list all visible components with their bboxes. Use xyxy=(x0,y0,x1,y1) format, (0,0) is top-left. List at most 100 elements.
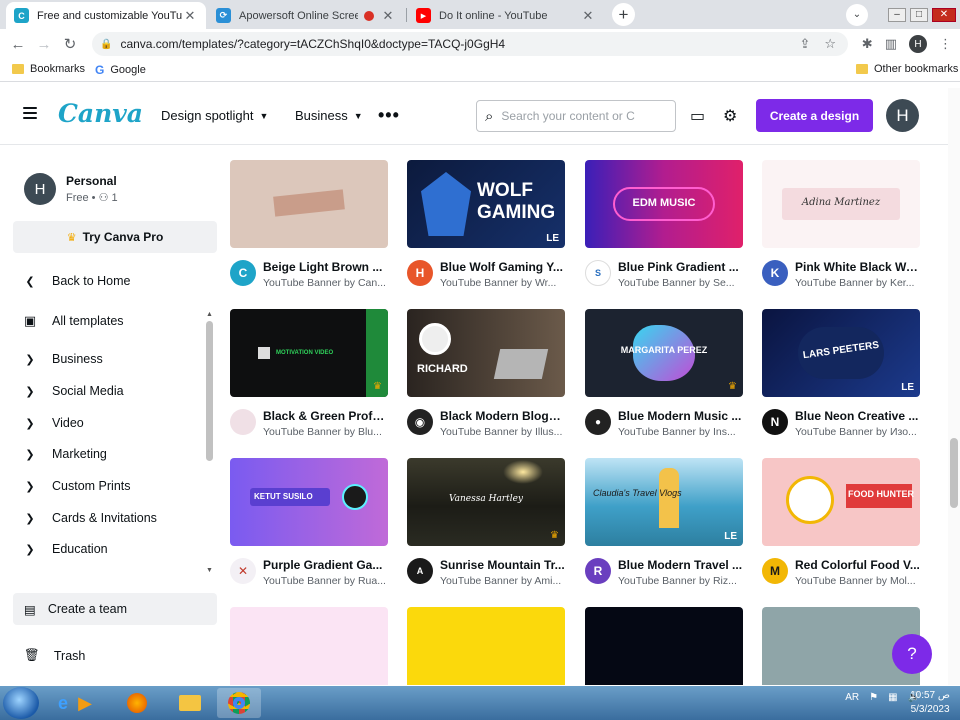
clock[interactable]: 10:57 ص 5/3/2023 xyxy=(910,689,950,717)
account-switcher[interactable]: H Personal Free • ⚇ 1 xyxy=(24,173,118,205)
creator-avatar[interactable]: ◉ xyxy=(407,409,433,435)
all-templates-link[interactable]: ▣ All templates xyxy=(22,313,124,329)
template-card[interactable]: Adina Martinez K Pink White Black Wa... … xyxy=(762,160,920,289)
sidebar-scroll-thumb[interactable] xyxy=(206,321,213,461)
template-title[interactable]: Blue Wolf Gaming Y... xyxy=(440,260,565,274)
flag-icon[interactable]: ⚑ xyxy=(869,692,878,703)
template-card[interactable]: MOTIVATION VIDEO ♛ Black & Green Profe..… xyxy=(230,309,388,438)
nav-business[interactable]: Business ▼ xyxy=(295,108,363,123)
template-thumbnail[interactable]: Adina Martinez xyxy=(762,160,920,248)
new-tab-button[interactable]: + xyxy=(612,3,635,26)
forward-arrow-icon[interactable]: → xyxy=(31,36,57,53)
creator-avatar[interactable]: A xyxy=(407,558,433,584)
template-thumbnail[interactable]: MOTIVATION VIDEO ♛ xyxy=(230,309,388,397)
creator-avatar[interactable] xyxy=(230,409,256,435)
creator-avatar[interactable]: S xyxy=(585,260,611,286)
template-thumbnail[interactable]: WOLF GAMING LE xyxy=(407,160,565,248)
creator-avatar[interactable]: M xyxy=(762,558,788,584)
template-title[interactable]: Black Modern Blogg... xyxy=(440,409,565,423)
template-thumbnail[interactable] xyxy=(230,607,388,685)
extensions-icon[interactable]: ✱ xyxy=(862,36,873,52)
template-subtitle[interactable]: YouTube Banner by Riz... xyxy=(618,575,743,587)
creator-avatar[interactable]: K xyxy=(762,260,788,286)
scroll-down-icon[interactable]: ▼ xyxy=(206,567,213,574)
address-bar[interactable]: 🔒 canva.com/templates/?category=tACZChSh… xyxy=(92,32,848,56)
template-card[interactable]: C Beige Light Brown ... YouTube Banner b… xyxy=(230,160,388,289)
hamburger-menu-icon[interactable] xyxy=(23,107,37,119)
back-to-home-link[interactable]: ❮ Back to Home xyxy=(22,274,130,288)
sidebar-item-custom-prints[interactable]: ❯ Custom Prints xyxy=(22,479,130,493)
start-button[interactable] xyxy=(3,687,39,719)
template-subtitle[interactable]: YouTube Banner by Can... xyxy=(263,277,388,289)
sidebar-item-social-media[interactable]: ❯ Social Media xyxy=(22,384,123,398)
create-design-button[interactable]: Create a design xyxy=(756,99,873,132)
creator-avatar[interactable]: ✕ xyxy=(230,558,256,584)
template-title[interactable]: Blue Neon Creative ... xyxy=(795,409,920,423)
chrome-icon[interactable] xyxy=(217,688,261,718)
settings-gear-icon[interactable]: ⚙ xyxy=(723,106,737,126)
page-scroll-thumb[interactable] xyxy=(950,438,958,508)
menu-kebab-icon[interactable]: ⋮ xyxy=(939,36,952,52)
side-panel-icon[interactable]: ▥ xyxy=(885,36,897,52)
bookmark-star-icon[interactable]: ☆ xyxy=(824,36,836,52)
template-subtitle[interactable]: YouTube Banner by Изо... xyxy=(795,426,920,438)
template-subtitle[interactable]: YouTube Banner by Mol... xyxy=(795,575,920,587)
user-avatar[interactable]: H xyxy=(886,99,919,132)
template-subtitle[interactable]: YouTube Banner by Se... xyxy=(618,277,743,289)
sidebar-item-cards-invitations[interactable]: ❯ Cards & Invitations xyxy=(22,511,157,525)
template-title[interactable]: Black & Green Profe... xyxy=(263,409,388,423)
maximize-button[interactable]: □ xyxy=(910,7,928,22)
sidebar-scrollbar[interactable]: ▲ ▼ xyxy=(204,311,215,574)
template-thumbnail[interactable]: Claudia's Travel Vlogs LE xyxy=(585,458,743,546)
template-subtitle[interactable]: YouTube Banner by Ins... xyxy=(618,426,743,438)
creator-avatar[interactable]: N xyxy=(762,409,788,435)
template-card[interactable]: WOLF GAMING LE H Blue Wolf Gaming Y... Y… xyxy=(407,160,565,289)
template-card[interactable]: LARS PEETERS LE N Blue Neon Creative ...… xyxy=(762,309,920,438)
template-title[interactable]: Blue Modern Music ... xyxy=(618,409,743,423)
canva-logo[interactable]: Canva xyxy=(58,99,143,128)
template-thumbnail[interactable]: FOOD HUNTER xyxy=(762,458,920,546)
template-thumbnail[interactable]: Vanessa Hartley ♛ xyxy=(407,458,565,546)
template-title[interactable]: Beige Light Brown ... xyxy=(263,260,388,274)
template-thumbnail[interactable]: MARGARITA PEREZ ♛ xyxy=(585,309,743,397)
search-box[interactable]: ⌕ xyxy=(476,100,676,132)
template-card[interactable] xyxy=(230,607,388,685)
desktop-app-icon[interactable]: ▭ xyxy=(690,106,705,126)
sidebar-item-video[interactable]: ❯ Video xyxy=(22,416,83,430)
template-subtitle[interactable]: YouTube Banner by Wr... xyxy=(440,277,565,289)
template-subtitle[interactable]: YouTube Banner by Illus... xyxy=(440,426,565,438)
creator-avatar[interactable]: H xyxy=(407,260,433,286)
template-thumbnail[interactable]: LARS PEETERS LE xyxy=(762,309,920,397)
template-subtitle[interactable]: YouTube Banner by Ami... xyxy=(440,575,565,587)
template-thumbnail[interactable] xyxy=(407,607,565,685)
trash-link[interactable]: 🗑 Trash xyxy=(24,648,85,663)
bookmark-bookmarks[interactable]: Bookmarks xyxy=(12,63,85,75)
creator-avatar[interactable]: R xyxy=(585,558,611,584)
network-icon[interactable]: ▦ xyxy=(888,692,897,703)
share-icon[interactable]: ⇪ xyxy=(799,36,810,52)
nav-design-spotlight[interactable]: Design spotlight ▼ xyxy=(161,108,268,123)
media-player-icon[interactable]: ▶ xyxy=(63,688,107,718)
template-card[interactable]: FOOD HUNTER M Red Colorful Food V... You… xyxy=(762,458,920,587)
help-button[interactable]: ? xyxy=(892,634,932,674)
template-title[interactable]: Pink White Black Wa... xyxy=(795,260,920,274)
scroll-up-icon[interactable]: ▲ xyxy=(206,311,213,318)
tab-apowersoft[interactable]: ⟳ Apowersoft Online Screen Re ✕ xyxy=(208,2,404,29)
try-canva-pro-button[interactable]: ♛ Try Canva Pro xyxy=(13,221,217,253)
template-subtitle[interactable]: YouTube Banner by Blu... xyxy=(263,426,388,438)
tab-canva[interactable]: C Free and customizable YouTube ✕ xyxy=(6,2,206,29)
profile-avatar[interactable]: H xyxy=(909,35,927,53)
creator-avatar[interactable]: C xyxy=(230,260,256,286)
file-explorer-icon[interactable] xyxy=(168,688,212,718)
template-card[interactable] xyxy=(407,607,565,685)
creator-avatar[interactable]: ● xyxy=(585,409,611,435)
template-card[interactable] xyxy=(585,607,743,685)
close-window-button[interactable]: ✕ xyxy=(932,7,956,22)
bookmark-google[interactable]: G Google xyxy=(95,63,146,77)
template-thumbnail[interactable] xyxy=(230,160,388,248)
other-bookmarks[interactable]: Other bookmarks xyxy=(856,63,958,75)
firefox-icon[interactable] xyxy=(115,688,159,718)
close-tab-icon[interactable]: ✕ xyxy=(380,8,396,24)
close-tab-icon[interactable]: ✕ xyxy=(580,8,596,24)
sidebar-item-education[interactable]: ❯ Education xyxy=(22,542,107,556)
